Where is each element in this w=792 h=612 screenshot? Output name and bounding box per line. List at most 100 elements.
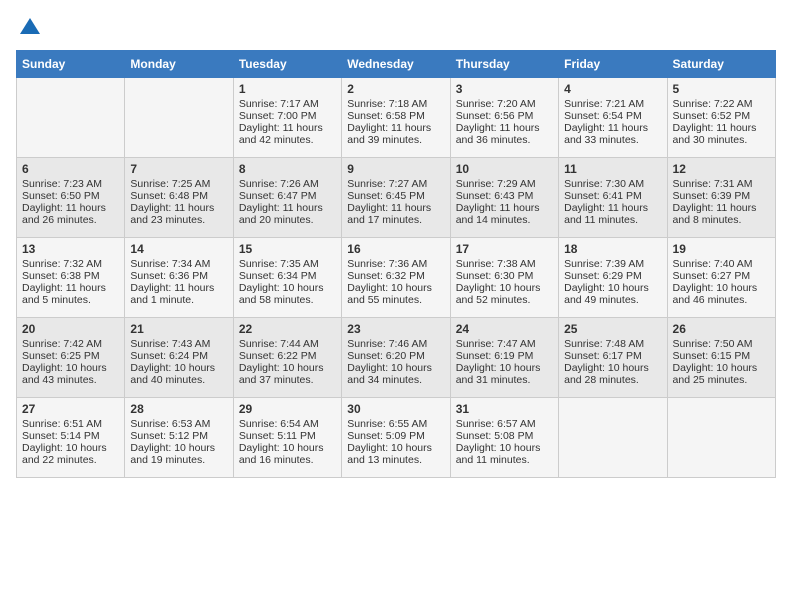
column-header-thursday: Thursday (450, 51, 558, 78)
cell-content: Sunset: 6:17 PM (564, 350, 661, 362)
day-number: 11 (564, 162, 661, 176)
cell-content: Sunset: 5:14 PM (22, 430, 119, 442)
calendar-cell: 20 Sunrise: 7:42 AMSunset: 6:25 PMDayligh… (17, 318, 125, 398)
calendar-cell: 21Sunrise: 7:43 AMSunset: 6:24 PMDayligh… (125, 318, 233, 398)
day-number: 30 (347, 402, 444, 416)
calendar-cell: 16Sunrise: 7:36 AMSunset: 6:32 PMDayligh… (342, 238, 450, 318)
calendar-cell: 7Sunrise: 7:25 AMSunset: 6:48 PMDaylight… (125, 158, 233, 238)
day-number: 10 (456, 162, 553, 176)
cell-content: Sunset: 6:25 PM (22, 350, 119, 362)
cell-content: Daylight: 11 hours and 14 minutes. (456, 202, 553, 226)
day-number: 3 (456, 82, 553, 96)
cell-content: Sunrise: 6:54 AM (239, 418, 336, 430)
cell-content: Daylight: 10 hours and 22 minutes. (22, 442, 119, 466)
calendar-cell: 23Sunrise: 7:46 AMSunset: 6:20 PMDayligh… (342, 318, 450, 398)
cell-content: Sunrise: 7:17 AM (239, 98, 336, 110)
calendar-cell: 28Sunrise: 6:53 AMSunset: 5:12 PMDayligh… (125, 398, 233, 478)
calendar-cell: 6Sunrise: 7:23 AMSunset: 6:50 PMDaylight… (17, 158, 125, 238)
cell-content: Sunrise: 7:30 AM (564, 178, 661, 190)
cell-content: Sunrise: 7:50 AM (673, 338, 770, 350)
cell-content: Daylight: 11 hours and 20 minutes. (239, 202, 336, 226)
cell-content: Sunrise: 6:55 AM (347, 418, 444, 430)
cell-content: Sunset: 6:20 PM (347, 350, 444, 362)
cell-content: Sunrise: 7:29 AM (456, 178, 553, 190)
day-number: 21 (130, 322, 227, 336)
calendar-cell (17, 78, 125, 158)
cell-content: Sunset: 6:32 PM (347, 270, 444, 282)
cell-content: Daylight: 10 hours and 37 minutes. (239, 362, 336, 386)
calendar-cell: 3Sunrise: 7:20 AMSunset: 6:56 PMDaylight… (450, 78, 558, 158)
cell-content: Sunrise: 7:44 AM (239, 338, 336, 350)
day-number: 13 (22, 242, 119, 256)
cell-content: Sunset: 6:36 PM (130, 270, 227, 282)
cell-content: Sunrise: 7:43 AM (130, 338, 227, 350)
calendar-cell: 22Sunrise: 7:44 AMSunset: 6:22 PMDayligh… (233, 318, 341, 398)
day-number: 28 (130, 402, 227, 416)
cell-content: Sunset: 6:38 PM (22, 270, 119, 282)
cell-content: Sunrise: 7:35 AM (239, 258, 336, 270)
cell-content: Daylight: 11 hours and 36 minutes. (456, 122, 553, 146)
cell-content: Daylight: 10 hours and 16 minutes. (239, 442, 336, 466)
day-number: 2 (347, 82, 444, 96)
cell-content: Daylight: 10 hours and 11 minutes. (456, 442, 553, 466)
calendar-cell: 11 Sunrise: 7:30 AMSunset: 6:41 PMDayligh… (559, 158, 667, 238)
cell-content: Sunset: 6:39 PM (673, 190, 770, 202)
cell-content: Sunrise: 7:40 AM (673, 258, 770, 270)
cell-content: Sunrise: 6:53 AM (130, 418, 227, 430)
day-number: 24 (456, 322, 553, 336)
calendar-row: 1Sunrise: 7:17 AMSunset: 7:00 PMDaylight… (17, 78, 776, 158)
cell-content: Sunrise: 7:38 AM (456, 258, 553, 270)
cell-content: Daylight: 10 hours and 43 minutes. (22, 362, 119, 386)
day-number: 19 (673, 242, 770, 256)
calendar-cell: 1Sunrise: 7:17 AMSunset: 7:00 PMDaylight… (233, 78, 341, 158)
cell-content: Daylight: 11 hours and 17 minutes. (347, 202, 444, 226)
cell-content: Sunrise: 7:34 AM (130, 258, 227, 270)
cell-content: Sunset: 6:34 PM (239, 270, 336, 282)
cell-content: Sunrise: 7:27 AM (347, 178, 444, 190)
cell-content: Sunrise: 7:25 AM (130, 178, 227, 190)
column-header-saturday: Saturday (667, 51, 775, 78)
day-number: 20 (22, 322, 119, 336)
calendar-row: 27Sunrise: 6:51 AMSunset: 5:14 PMDayligh… (17, 398, 776, 478)
day-number: 7 (130, 162, 227, 176)
cell-content: Daylight: 11 hours and 8 minutes. (673, 202, 770, 226)
cell-content: Sunset: 6:41 PM (564, 190, 661, 202)
cell-content: Sunrise: 7:23 AM (22, 178, 119, 190)
cell-content: Daylight: 11 hours and 11 minutes. (564, 202, 661, 226)
cell-content: Daylight: 11 hours and 30 minutes. (673, 122, 770, 146)
day-number: 25 (564, 322, 661, 336)
day-number: 4 (564, 82, 661, 96)
calendar-header-row: SundayMondayTuesdayWednesdayThursdayFrid… (17, 51, 776, 78)
cell-content: Sunset: 6:15 PM (673, 350, 770, 362)
day-number: 9 (347, 162, 444, 176)
cell-content: Sunrise: 7:42 AM (22, 338, 119, 350)
calendar-table: SundayMondayTuesdayWednesdayThursdayFrid… (16, 50, 776, 478)
cell-content: Sunset: 6:45 PM (347, 190, 444, 202)
day-number: 27 (22, 402, 119, 416)
cell-content: Sunrise: 7:48 AM (564, 338, 661, 350)
calendar-cell: 10Sunrise: 7:29 AMSunset: 6:43 PMDayligh… (450, 158, 558, 238)
cell-content: Sunset: 5:12 PM (130, 430, 227, 442)
cell-content: Daylight: 10 hours and 28 minutes. (564, 362, 661, 386)
cell-content: Daylight: 11 hours and 39 minutes. (347, 122, 444, 146)
page-header (16, 16, 776, 40)
cell-content: Daylight: 10 hours and 49 minutes. (564, 282, 661, 306)
day-number: 16 (347, 242, 444, 256)
cell-content: Sunset: 5:11 PM (239, 430, 336, 442)
calendar-cell (667, 398, 775, 478)
day-number: 23 (347, 322, 444, 336)
calendar-cell: 31Sunrise: 6:57 AMSunset: 5:08 PMDayligh… (450, 398, 558, 478)
calendar-cell: 8Sunrise: 7:26 AMSunset: 6:47 PMDaylight… (233, 158, 341, 238)
cell-content: Daylight: 10 hours and 13 minutes. (347, 442, 444, 466)
day-number: 17 (456, 242, 553, 256)
calendar-row: 13Sunrise: 7:32 AMSunset: 6:38 PMDayligh… (17, 238, 776, 318)
cell-content: Sunset: 6:54 PM (564, 110, 661, 122)
cell-content: Sunrise: 7:36 AM (347, 258, 444, 270)
calendar-cell: 14Sunrise: 7:34 AMSunset: 6:36 PMDayligh… (125, 238, 233, 318)
logo (16, 16, 42, 40)
cell-content: Sunset: 5:08 PM (456, 430, 553, 442)
cell-content: Sunrise: 7:26 AM (239, 178, 336, 190)
calendar-cell: 13Sunrise: 7:32 AMSunset: 6:38 PMDayligh… (17, 238, 125, 318)
cell-content: Sunset: 6:52 PM (673, 110, 770, 122)
cell-content: Sunrise: 6:57 AM (456, 418, 553, 430)
